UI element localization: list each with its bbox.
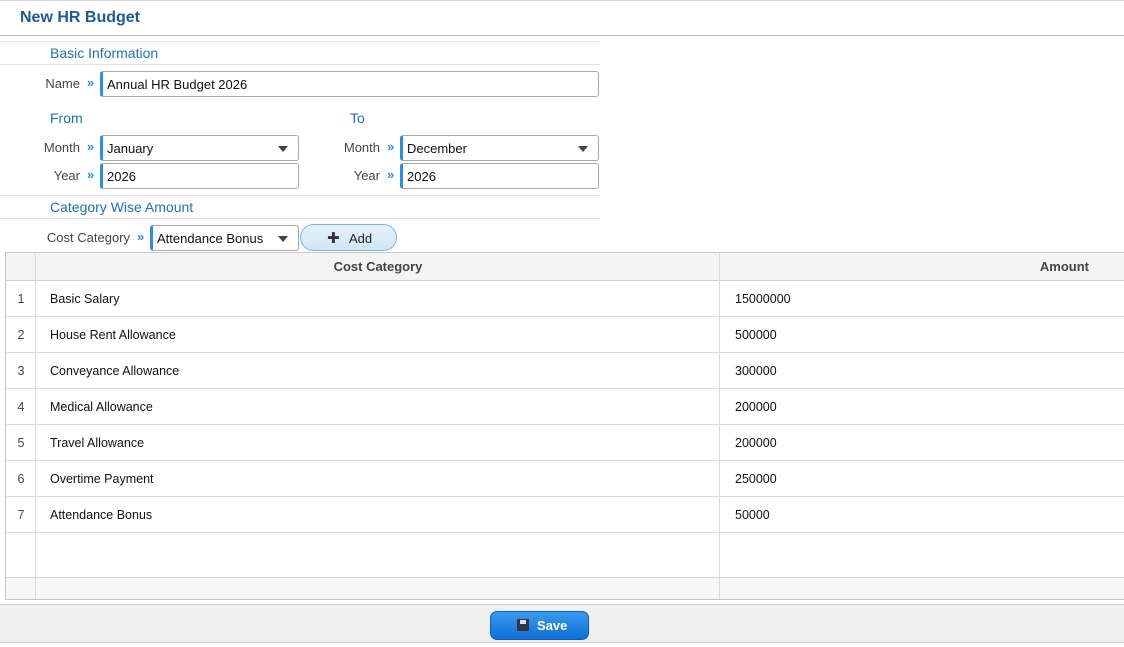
table-row[interactable]: 7 Attendance Bonus 50000 <box>6 497 1124 533</box>
amount-cell: 500000 <box>735 328 777 342</box>
cost-category-cell: Overtime Payment <box>50 472 154 486</box>
cost-category-cell: House Rent Allowance <box>50 328 176 342</box>
floppy-disk-icon <box>517 619 529 631</box>
add-button-label: Add <box>349 231 373 246</box>
row-number: 6 <box>17 472 25 486</box>
add-button[interactable]: ✚ Add <box>300 224 397 251</box>
column-header-amount[interactable]: Amount <box>720 259 1124 274</box>
chevron-right-icon: » <box>387 167 394 182</box>
chevron-right-icon: » <box>387 139 394 154</box>
table-row[interactable]: 5 Travel Allowance 200000 <box>6 425 1124 461</box>
from-heading: From <box>50 110 83 126</box>
category-wise-amount-title: Category Wise Amount <box>50 199 194 215</box>
cost-category-table: Cost Category Amount 1 Basic Salary 150000… <box>5 252 1124 600</box>
save-button[interactable]: Save <box>490 611 589 640</box>
chevron-right-icon: » <box>87 139 94 154</box>
amount-cell: 250000 <box>735 472 777 486</box>
chevron-right-icon: » <box>87 167 94 182</box>
chevron-down-icon <box>278 236 288 242</box>
cost-category-cell: Travel Allowance <box>50 436 145 450</box>
title-bar: New HR Budget <box>0 0 1124 36</box>
hr-budget-window: New HR Budget Basic Information Name » A… <box>0 0 1124 647</box>
chevron-down-icon <box>578 146 588 152</box>
name-field[interactable]: Annual HR Budget 2026 <box>100 71 599 97</box>
cost-category-select[interactable]: Attendance Bonus <box>150 225 299 251</box>
row-number: 2 <box>17 328 25 342</box>
basic-information-title: Basic Information <box>50 45 159 61</box>
row-number: 7 <box>17 508 25 522</box>
row-number: 4 <box>17 400 25 414</box>
page-title: New HR Budget <box>20 9 140 26</box>
to-month-label: Month <box>343 140 380 155</box>
cost-category-cell: Attendance Bonus <box>50 508 153 522</box>
to-year-field[interactable]: 2026 <box>400 163 599 189</box>
amount-cell: 200000 <box>735 400 777 414</box>
amount-cell: 15000000 <box>735 292 791 306</box>
chevron-right-icon: » <box>87 75 94 90</box>
column-divider <box>35 253 36 599</box>
table-header: Cost Category Amount <box>6 253 1124 281</box>
amount-cell: 50000 <box>735 508 770 522</box>
to-month-select[interactable]: December <box>400 135 599 161</box>
cost-category-value: Attendance Bonus <box>157 231 264 246</box>
footer-bar: Save <box>0 604 1124 643</box>
row-number: 3 <box>17 364 25 378</box>
row-number: 5 <box>17 436 25 450</box>
table-row[interactable]: 4 Medical Allowance 200000 <box>6 389 1124 425</box>
column-divider <box>719 253 720 599</box>
plus-icon: ✚ <box>327 230 340 247</box>
from-year-label: Year <box>53 168 80 183</box>
name-label: Name <box>45 76 80 91</box>
table-row[interactable]: 3 Conveyance Allowance 300000 <box>6 353 1124 389</box>
table-row[interactable]: 2 House Rent Allowance 500000 <box>6 317 1124 353</box>
from-year-field[interactable]: 2026 <box>100 163 299 189</box>
category-wise-amount-header: Category Wise Amount <box>0 195 600 219</box>
to-month-value: December <box>407 141 467 156</box>
from-month-label: Month <box>43 140 80 155</box>
column-header-cost-category[interactable]: Cost Category <box>36 259 720 274</box>
table-footer <box>6 577 1124 599</box>
save-button-label: Save <box>537 618 568 633</box>
row-number: 1 <box>17 292 25 306</box>
basic-information-header: Basic Information <box>0 41 600 65</box>
from-month-select[interactable]: January <box>100 135 299 161</box>
chevron-right-icon: » <box>137 229 144 244</box>
cost-category-cell: Conveyance Allowance <box>50 364 180 378</box>
to-heading: To <box>350 110 365 126</box>
chevron-down-icon <box>278 146 288 152</box>
amount-cell: 300000 <box>735 364 777 378</box>
to-year-label: Year <box>353 168 380 183</box>
table-row[interactable]: 6 Overtime Payment 250000 <box>6 461 1124 497</box>
from-month-value: January <box>107 141 154 156</box>
cost-category-cell: Medical Allowance <box>50 400 153 414</box>
cost-category-label: Cost Category <box>46 230 130 245</box>
cost-category-cell: Basic Salary <box>50 292 120 306</box>
amount-cell: 200000 <box>735 436 777 450</box>
table-row[interactable]: 1 Basic Salary 15000000 <box>6 281 1124 317</box>
